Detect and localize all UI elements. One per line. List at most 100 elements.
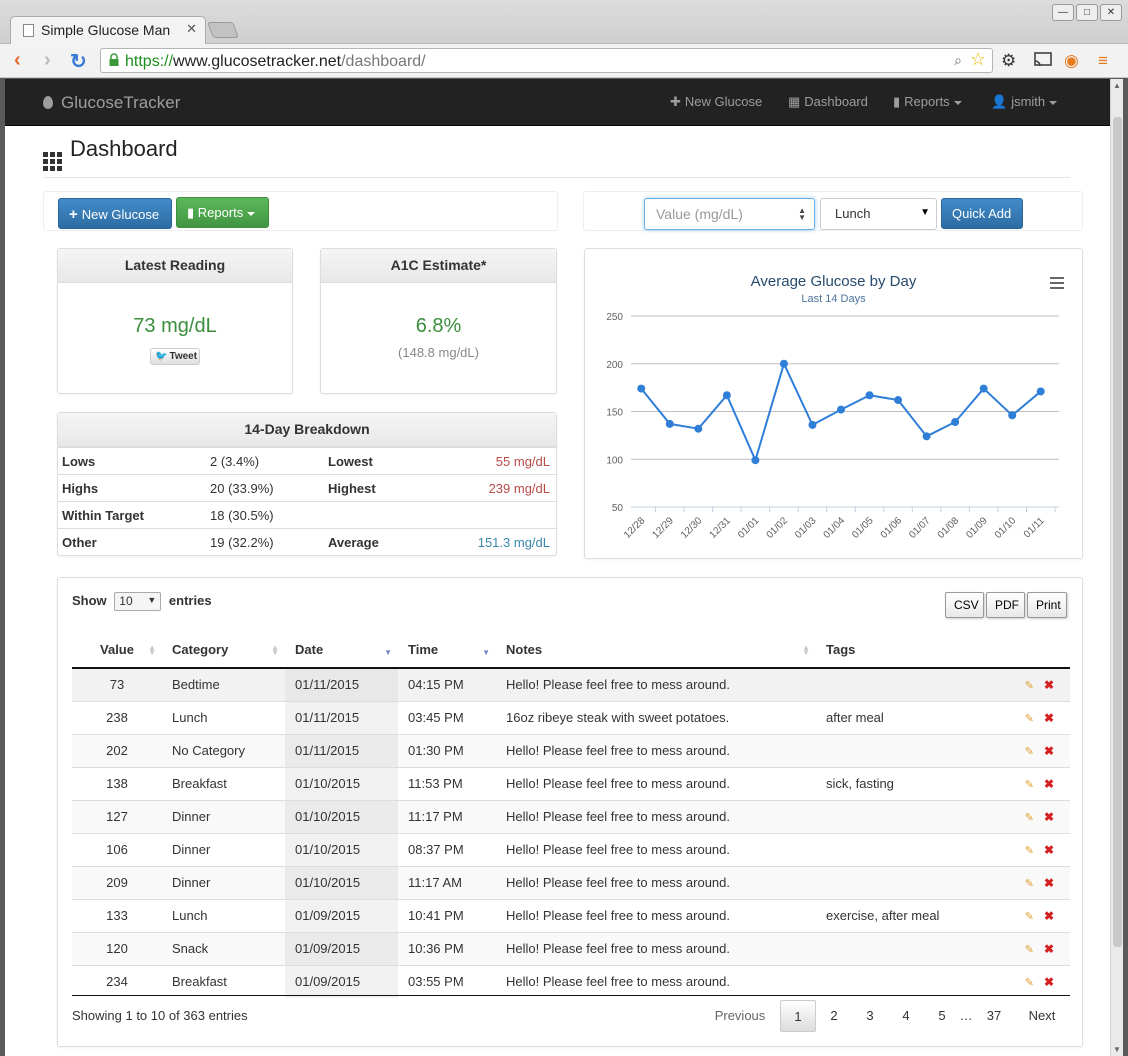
delete-x-icon[interactable]: ✖ xyxy=(1044,843,1054,857)
cell-category: Lunch xyxy=(162,898,285,932)
edit-pencil-icon[interactable]: ✎ xyxy=(1025,779,1034,791)
pagination-page-1[interactable]: 1 xyxy=(780,1000,816,1032)
scroll-up-icon[interactable]: ▲ xyxy=(1113,81,1121,90)
table-row[interactable]: 127 Dinner 01/10/2015 11:17 PM Hello! Please… xyxy=(72,799,1070,833)
new-glucose-button[interactable]: + New Glucose xyxy=(58,198,172,229)
table-row[interactable]: 202 No Category 01/11/2015 01:30 PM Hello! P… xyxy=(72,733,1070,767)
pagination-ellipsis: … xyxy=(959,1008,973,1023)
edit-pencil-icon[interactable]: ✎ xyxy=(1025,977,1034,989)
cell-value: 202 xyxy=(72,733,162,767)
delete-x-icon[interactable]: ✖ xyxy=(1044,909,1054,923)
reports-button[interactable]: ▮ Reports xyxy=(176,197,269,228)
rss-icon[interactable]: ◉ xyxy=(1064,51,1079,71)
table-row[interactable]: 234 Breakfast 01/09/2015 03:55 PM Hello! Ple… xyxy=(72,964,1070,998)
minimize-icon[interactable]: — xyxy=(1052,4,1074,21)
nav-reports[interactable]: ▮ Reports xyxy=(893,94,962,110)
table-row[interactable]: 133 Lunch 01/09/2015 10:41 PM Hello! Please … xyxy=(72,898,1070,932)
cell-value: 138 xyxy=(72,766,162,800)
table-row[interactable]: 238 Lunch 01/11/2015 03:45 PM 16oz ribeye st… xyxy=(72,700,1070,734)
table-row[interactable]: 209 Dinner 01/10/2015 11:17 AM Hello! Please… xyxy=(72,865,1070,899)
gear-icon[interactable]: ⚙ xyxy=(1001,51,1016,71)
x-tick-label: 01/04 xyxy=(822,515,848,541)
glucose-value-input[interactable]: Value (mg/dL) ▲ ▼ xyxy=(644,198,815,230)
export-pdf-button[interactable]: PDF xyxy=(986,592,1025,618)
edit-pencil-icon[interactable]: ✎ xyxy=(1025,746,1034,758)
pagination-page-4[interactable]: 4 xyxy=(888,1000,924,1032)
row-actions: ✎ ✖ xyxy=(1001,668,1070,701)
page-length-select[interactable]: 10 ▼ xyxy=(114,592,162,611)
delete-x-icon[interactable]: ✖ xyxy=(1044,711,1054,725)
browser-tab[interactable]: Simple Glucose Man ✕ xyxy=(10,16,206,44)
back-arrow-icon[interactable]: ‹ xyxy=(14,49,21,72)
cell-category: Snack xyxy=(162,931,285,965)
edit-pencil-icon[interactable]: ✎ xyxy=(1025,713,1034,725)
cell-time: 11:53 PM xyxy=(398,766,496,800)
nav-user[interactable]: 👤 jsmith xyxy=(991,94,1058,110)
delete-x-icon[interactable]: ✖ xyxy=(1044,810,1054,824)
nav-new-glucose[interactable]: ✚ New Glucose xyxy=(670,94,762,110)
new-tab-button[interactable] xyxy=(207,22,239,38)
edit-pencil-icon[interactable]: ✎ xyxy=(1025,878,1034,890)
table-row[interactable]: 138 Breakfast 01/10/2015 11:53 PM Hello! Ple… xyxy=(72,766,1070,800)
menu-icon[interactable]: ≡ xyxy=(1098,51,1108,71)
export-csv-button[interactable]: CSV xyxy=(945,592,984,618)
forward-arrow-icon[interactable]: › xyxy=(44,49,51,72)
breakdown-label: Other xyxy=(62,535,97,550)
delete-x-icon[interactable]: ✖ xyxy=(1044,975,1054,989)
delete-x-icon[interactable]: ✖ xyxy=(1044,942,1054,956)
column-header-category[interactable]: Category ▲ ▼ xyxy=(162,632,285,669)
window-close-icon[interactable]: ✕ xyxy=(1100,4,1122,21)
bookmark-star-icon[interactable]: ☆ xyxy=(970,49,986,70)
x-tick-label: 01/03 xyxy=(793,515,819,541)
brand-link[interactable]: GlucoseTracker xyxy=(43,93,180,113)
table-row[interactable]: 106 Dinner 01/10/2015 08:37 PM Hello! Please… xyxy=(72,832,1070,866)
caret-down-icon xyxy=(1049,100,1058,105)
delete-x-icon[interactable]: ✖ xyxy=(1044,777,1054,791)
tweet-button[interactable]: 🐦 Tweet xyxy=(150,348,200,365)
pagination-page-last[interactable]: 37 xyxy=(976,1000,1012,1032)
column-header-notes[interactable]: Notes ▲ ▼ xyxy=(496,632,816,669)
reload-icon[interactable]: ↻ xyxy=(70,49,87,74)
number-spinner-icon[interactable]: ▲ ▼ xyxy=(798,207,806,222)
edit-pencil-icon[interactable]: ✎ xyxy=(1025,911,1034,923)
category-select[interactable]: Lunch ▼ xyxy=(820,198,937,230)
cast-icon[interactable] xyxy=(1033,52,1053,68)
cell-value: 209 xyxy=(72,865,162,899)
pagination-page-2[interactable]: 2 xyxy=(816,1000,852,1032)
nav-dashboard[interactable]: ▦ Dashboard xyxy=(788,94,868,110)
scroll-thumb[interactable] xyxy=(1113,117,1122,947)
cell-time: 01:30 PM xyxy=(398,733,496,767)
delete-x-icon[interactable]: ✖ xyxy=(1044,876,1054,890)
delete-x-icon[interactable]: ✖ xyxy=(1044,744,1054,758)
address-bar[interactable]: https://www.glucosetracker.net/dashboard… xyxy=(100,48,993,73)
edit-pencil-icon[interactable]: ✎ xyxy=(1025,812,1034,824)
export-print-button[interactable]: Print xyxy=(1027,592,1067,618)
edit-pencil-icon[interactable]: ✎ xyxy=(1025,845,1034,857)
quick-add-button[interactable]: Quick Add xyxy=(941,198,1023,229)
column-header-time[interactable]: Time ▼ xyxy=(398,632,496,669)
column-header-date[interactable]: Date ▼ xyxy=(285,632,398,669)
edit-pencil-icon[interactable]: ✎ xyxy=(1025,944,1034,956)
edit-pencil-icon[interactable]: ✎ xyxy=(1025,680,1034,692)
table-row[interactable]: 73 Bedtime 01/11/2015 04:15 PM Hello! Please… xyxy=(72,668,1070,701)
scroll-down-icon[interactable]: ▼ xyxy=(1113,1045,1121,1054)
column-header-value[interactable]: Value ▲ ▼ xyxy=(72,632,162,669)
pagination-page-3[interactable]: 3 xyxy=(852,1000,888,1032)
pagination-next[interactable]: Next xyxy=(1020,1000,1064,1032)
pagination-previous[interactable]: Previous xyxy=(704,1000,776,1032)
delete-x-icon[interactable]: ✖ xyxy=(1044,678,1054,692)
page-scrollbar[interactable]: ▲ ▼ xyxy=(1110,79,1123,1056)
x-tick-label: 12/31 xyxy=(708,515,734,541)
close-tab-icon[interactable]: ✕ xyxy=(186,21,197,37)
table-row[interactable]: 120 Snack 01/09/2015 10:36 PM Hello! Please … xyxy=(72,931,1070,965)
search-icon[interactable]: ⌕ xyxy=(954,52,962,69)
breakdown-label-2: Average xyxy=(328,535,379,550)
breakdown-value: 2 (3.4%) xyxy=(210,454,260,469)
maximize-icon[interactable]: □ xyxy=(1076,4,1098,21)
breakdown-row: Within Target 18 (30.5%) xyxy=(58,501,556,528)
cell-notes: Hello! Please feel free to mess around. xyxy=(496,766,816,800)
cell-time: 11:17 AM xyxy=(398,865,496,899)
pagination-page-5[interactable]: 5 xyxy=(924,1000,960,1032)
sort-desc-icon: ▼ xyxy=(482,648,490,657)
panel-title: A1C Estimate* xyxy=(321,249,556,283)
